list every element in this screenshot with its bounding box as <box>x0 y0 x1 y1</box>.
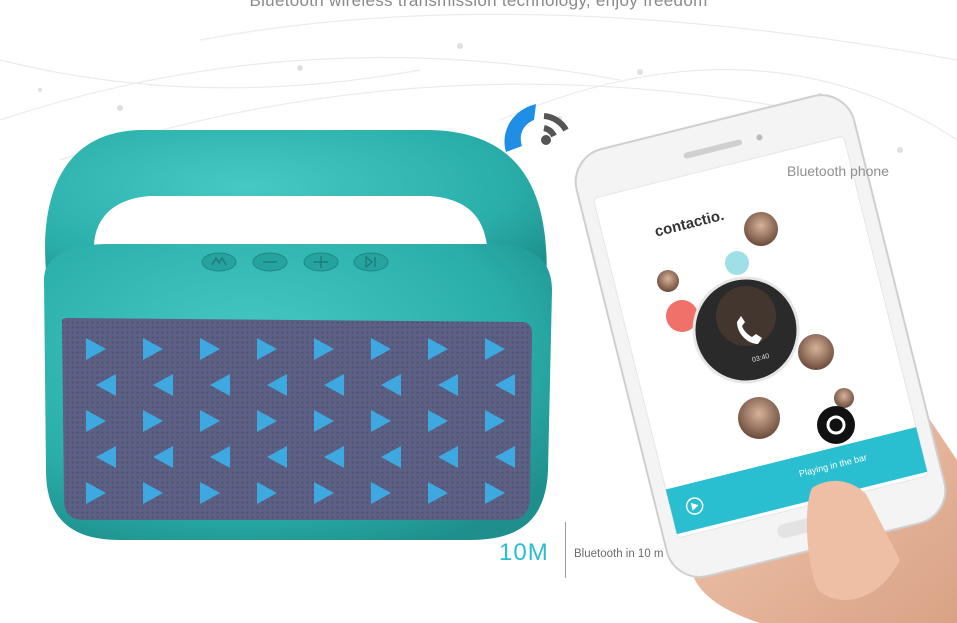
wifi-phone-icon <box>504 104 569 152</box>
contact-avatar[interactable] <box>738 397 780 439</box>
contact-avatar[interactable] <box>657 270 679 292</box>
record-icon[interactable] <box>817 406 855 444</box>
product-scene: Bluetooth wireless transmission technolo… <box>0 0 957 623</box>
bluetooth-phone-callout: Bluetooth phone <box>787 163 889 179</box>
range-value: 10M <box>499 539 549 566</box>
active-call-bubble[interactable] <box>692 276 800 384</box>
range-divider <box>565 522 566 578</box>
headline: Bluetooth wireless transmission technolo… <box>249 0 708 10</box>
speaker-grille <box>61 318 533 520</box>
range-description: Bluetooth in 10 m <box>574 548 664 560</box>
contact-avatar[interactable] <box>744 212 778 246</box>
scene-artwork <box>0 13 957 623</box>
contact-avatar[interactable] <box>798 334 834 370</box>
contact-avatar[interactable] <box>834 388 854 408</box>
bluetooth-speaker <box>44 130 552 540</box>
contact-avatar[interactable] <box>725 251 749 275</box>
